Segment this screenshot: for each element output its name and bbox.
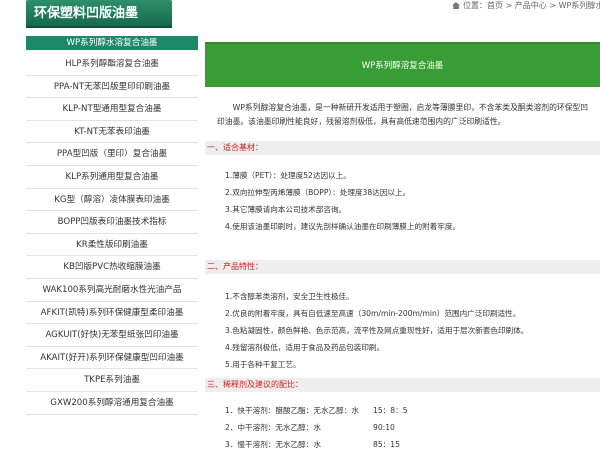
table-row: 3．慢干溶剂：无水乙醇：水 85：15 xyxy=(225,436,600,453)
breadcrumb-text[interactable]: 位置：首页 > 产品中心 > WP系列醇水 xyxy=(463,1,600,10)
thinner-ratio-list: 1．快干溶剂：醋酸乙酯：无水乙醇：水 15：8：5 2．中干溶剂：无水乙醇：水 … xyxy=(205,392,600,453)
section-heading-features: 二、产品特性： xyxy=(205,260,600,274)
sidebar-item[interactable]: HLP系列醇酯溶复合油墨 xyxy=(26,53,198,76)
list-item: 3.其它薄膜请向本公司技术部咨询。 xyxy=(225,205,347,214)
sidebar-item[interactable]: AKAIT(好开)系列环保健康型凹印油墨 xyxy=(26,347,198,370)
thinner-ratio: 15：8：5 xyxy=(373,406,408,415)
section-heading-substrates: 一、适合基材： xyxy=(205,141,600,155)
sidebar-item[interactable]: KLP-NT型通用型复合油墨 xyxy=(26,98,198,121)
product-intro: WP系列醇溶复合油墨，是一种新研开发适用于塑圈，启龙等薄膜里印，不含苯类及酮类溶… xyxy=(217,103,589,126)
sidebar-item[interactable]: PPA-NT无苯凹版里印印刷油墨 xyxy=(26,76,198,99)
sidebar-item[interactable]: KR柔性版印刷油墨 xyxy=(26,234,198,257)
product-content: WP系列醇溶复合油墨 WP系列醇溶复合油墨，是一种新研开发适用于塑圈，启龙等薄膜… xyxy=(205,42,600,453)
table-row: 1．快干溶剂：醋酸乙酯：无水乙醇：水 15：8：5 xyxy=(225,402,600,419)
sidebar-item[interactable]: AGKUIT(好快)无苯型纸张凹印油墨 xyxy=(26,324,198,347)
sidebar-item[interactable]: KT-NT无苯表印油墨 xyxy=(26,121,198,144)
home-icon xyxy=(452,1,460,9)
sidebar-list: WP系列醇水溶复合油墨 HLP系列醇酯溶复合油墨 PPA-NT无苯凹版里印印刷油… xyxy=(26,36,198,415)
sidebar-item-active[interactable]: WP系列醇水溶复合油墨 xyxy=(26,36,198,50)
list-item: 4.使用该油墨印刷时，建议先剖样确认油墨在印刷薄膜上的附着牢度。 xyxy=(225,222,461,231)
list-item: 5.用于各种干复工艺。 xyxy=(225,360,301,369)
sidebar-item[interactable]: PPA型凹版（里印）复合油墨 xyxy=(26,143,198,166)
thinner-label: 2．中干溶剂：无水乙醇：水 xyxy=(225,423,321,432)
sidebar-title: 环保塑料凹版油墨 xyxy=(26,0,172,28)
list-item: 4.残留溶剂极低，适用于食品及药品包装印刷。 xyxy=(225,343,385,352)
sidebar-item[interactable]: KG型（醇溶）凌体膜表印油墨 xyxy=(26,189,198,212)
sidebar-item[interactable]: TKPE系列油墨 xyxy=(26,369,198,392)
product-banner: WP系列醇溶复合油墨 xyxy=(205,42,600,87)
sidebar-item[interactable]: BOPP凹版表印油墨技术指标 xyxy=(26,211,198,234)
list-item: 2.优良的附着牢度，具有自低速至高速（30m/min-200m/min）范围内广… xyxy=(225,309,521,318)
list-item: 3.色粘凝固性，颜色鲜艳、色示范高，流平性及网点重现性好，适用于层次新套色印刷体… xyxy=(225,326,529,335)
section-heading-thinners: 三、稀释剂及建议的配比： xyxy=(205,378,600,392)
sidebar: 环保塑料凹版油墨 WP系列醇水溶复合油墨 HLP系列醇酯溶复合油墨 PPA-NT… xyxy=(26,0,198,415)
sidebar-item[interactable]: AFKIT(凯特)系列环保健康型柔印油墨 xyxy=(26,302,198,325)
thinner-ratio: 85：15 xyxy=(373,440,400,449)
list-item: 2.双向拉伸型丙烯薄膜（BOPP）：处理度38达因以上。 xyxy=(225,188,411,197)
table-row: 2．中干溶剂：无水乙醇：水 90:10 xyxy=(225,419,600,436)
thinner-label: 3．慢干溶剂：无水乙醇：水 xyxy=(225,440,321,449)
substrates-list: 1.薄膜（PET）：处理度52达因以上。 2.双向拉伸型丙烯薄膜（BOPP）：处… xyxy=(205,155,600,260)
thinner-ratio: 90:10 xyxy=(373,423,395,432)
sidebar-item[interactable]: WAK100系列高光耐磨水性光油产品 xyxy=(26,279,198,302)
thinner-label: 1．快干溶剂：醋酸乙酯：无水乙醇：水 xyxy=(225,406,359,415)
sidebar-item[interactable]: GXW200系列醇溶通用复合油墨 xyxy=(26,392,198,415)
breadcrumb: 位置：首页 > 产品中心 > WP系列醇水 xyxy=(452,0,600,12)
features-list: 1.不含醇苯类溶剂，安全卫生性极佳。 2.优良的附着牢度，具有自低速至高速（30… xyxy=(205,274,600,378)
list-item: 1.薄膜（PET）：处理度52达因以上。 xyxy=(225,171,351,180)
sidebar-item[interactable]: KLP系列通用型复合油墨 xyxy=(26,166,198,189)
list-item: 1.不含醇苯类溶剂，安全卫生性极佳。 xyxy=(225,292,354,301)
sidebar-item[interactable]: KB凹版PVC热收缩膜油墨 xyxy=(26,256,198,279)
